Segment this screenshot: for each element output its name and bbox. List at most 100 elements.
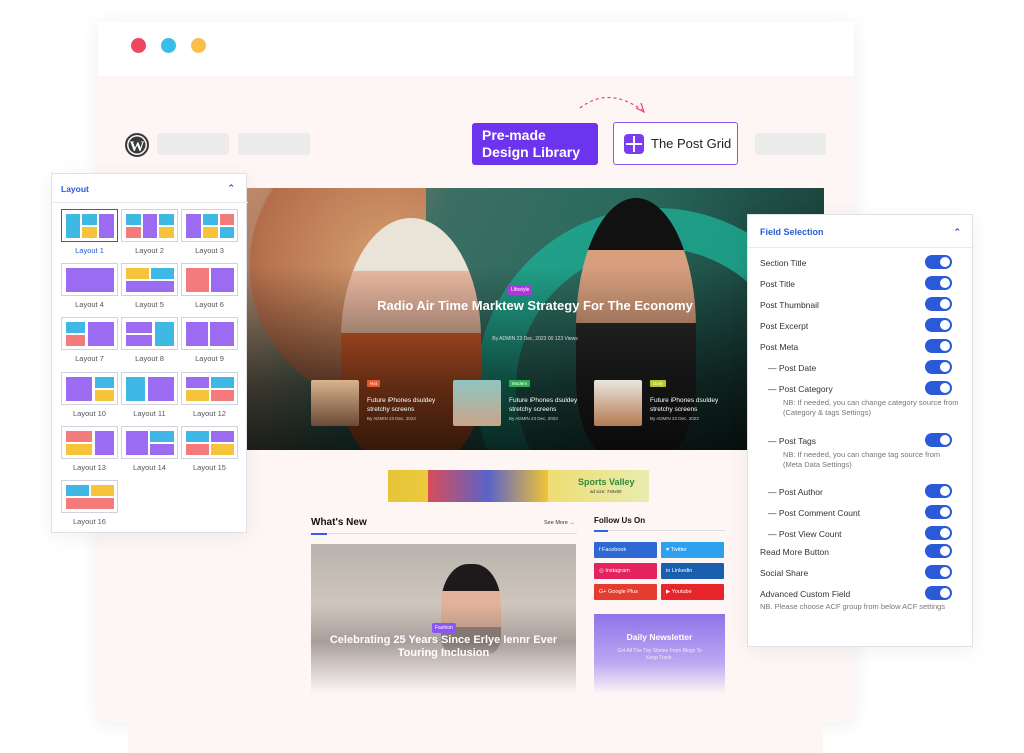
page-bottom [128,722,823,753]
post-comment-count-toggle[interactable] [925,505,952,519]
layout-panel-title: Layout [61,184,89,194]
follow-title: Follow Us On [594,516,646,525]
field-label: Advanced Custom Field [760,589,851,599]
ad-size: ad size: 740x90 [590,489,622,494]
field-label: — Post Comment Count [768,508,861,518]
layout-panel: Layout ⌃ Layout 1 Layout 2 Layout 3 Layout … [51,173,248,533]
section-title-toggle[interactable] [925,255,952,269]
post-title-toggle[interactable] [925,276,952,290]
layout-option[interactable]: Layout 12 [181,372,238,418]
facebook-button[interactable]: f Facebook [594,542,657,558]
ad-title: Sports Valley [578,477,635,487]
placeholder-bar [238,133,310,155]
ad-banner[interactable]: Sports Valley ad size: 740x90 [388,470,649,502]
mini-post[interactable]: Hot Future iPhones dsuldey stretchy scre… [311,380,451,426]
layout-thumbnail [61,263,118,296]
maximize-dot[interactable] [191,38,206,53]
field-label: — Post Category [768,384,833,394]
post-author-toggle[interactable] [925,484,952,498]
layout-option[interactable]: Layout 4 [61,263,118,309]
post-grid-button[interactable]: The Post Grid [613,122,738,165]
layout-label: Layout 10 [73,409,106,418]
layout-option[interactable]: Layout 3 [181,209,238,255]
field-label: Post Title [760,279,795,289]
post-date-toggle[interactable] [925,360,952,374]
field-label: Post Excerpt [760,321,809,331]
layout-option[interactable]: Layout 7 [61,317,118,363]
hero-title[interactable]: Radio Air Time Marktew Strategy For The … [246,298,824,314]
layout-panel-header[interactable]: Layout ⌃ [52,174,248,203]
newsletter-subtitle: Get All The Top Stories From Blogs To Ke… [617,648,702,661]
twitter-button[interactable]: ♥ Twitter [661,542,724,558]
layout-thumbnail [61,426,118,459]
featured-post[interactable]: Fashion Celebrating 25 Years Since Erlye… [311,544,576,694]
post-thumbnail-toggle[interactable] [925,297,952,311]
layout-label: Layout 9 [195,354,224,363]
mini-thumbnail [453,380,501,426]
mini-thumbnail [311,380,359,426]
layout-option[interactable]: Layout 1 [61,209,118,255]
field-label: Social Share [760,568,809,578]
layout-option[interactable]: Layout 8 [121,317,178,363]
social-share-toggle[interactable] [925,565,952,579]
layout-option[interactable]: Layout 10 [61,372,118,418]
minimize-dot[interactable] [161,38,176,53]
layout-thumbnail [181,263,238,296]
see-more-link[interactable]: See More → [544,520,575,526]
google-plus-button[interactable]: G+ Google Plus [594,584,657,600]
acf-note: NB. Please choose ACF group from below A… [760,602,946,611]
post-grid-label: The Post Grid [651,136,732,151]
newsletter-box[interactable]: Daily Newsletter Get All The Top Stories… [594,614,725,694]
layout-option[interactable]: Layout 13 [61,426,118,472]
close-dot[interactable] [131,38,146,53]
layout-label: Layout 3 [195,246,224,255]
premade-library-button[interactable]: Pre-made Design Library [472,123,598,165]
category-badge[interactable]: Fashion [432,623,456,633]
field-selection-panel: Field Selection ⌃ Section Title Post Tit… [747,214,974,647]
read-more-toggle[interactable] [925,544,952,558]
layout-option[interactable]: Layout 11 [121,372,178,418]
field-label: Read More Button [760,547,829,557]
post-grid-logo-icon [624,133,644,154]
layout-option[interactable]: Layout 15 [181,426,238,472]
post-tags-toggle[interactable] [925,433,952,447]
layout-label: Layout 6 [195,300,224,309]
layout-label: Layout 14 [133,463,166,472]
mini-title: Future iPhones dsuldey stretchy screens [509,397,578,413]
linkedin-button[interactable]: in Linkedin [661,563,724,579]
layout-label: Layout 13 [73,463,106,472]
field-label: Post Thumbnail [760,300,819,310]
layout-option[interactable]: Layout 9 [181,317,238,363]
instagram-button[interactable]: ◎ Instagram [594,563,657,579]
field-label: — Post Author [768,487,823,497]
post-view-count-toggle[interactable] [925,526,952,540]
layout-label: Layout 7 [75,354,104,363]
hero-section[interactable]: Lifestyle Radio Air Time Marktew Strateg… [246,188,824,450]
post-excerpt-toggle[interactable] [925,318,952,332]
mini-meta: By ADMIN 23 Dec, 2023 [650,416,699,421]
youtube-button[interactable]: ▶ Youtube [661,584,724,600]
mini-meta: By ADMIN 23 Dec, 2023 [509,416,558,421]
whats-new-title: What's New [311,517,367,528]
layout-option[interactable]: Layout 6 [181,263,238,309]
category-badge[interactable]: Lifestyle [508,285,533,295]
mini-post[interactable]: Modern Future iPhones dsuldey stretchy s… [453,380,593,426]
layout-option[interactable]: Layout 5 [121,263,178,309]
mini-post[interactable]: Daily Future iPhones dsuldey stretchy sc… [594,380,734,426]
featured-title[interactable]: Celebrating 25 Years Since Erlye Iennr E… [311,634,576,660]
layout-option[interactable]: Layout 14 [121,426,178,472]
post-meta-toggle[interactable] [925,339,952,353]
layout-thumbnail [121,209,178,242]
mini-title: Future iPhones dsuldey stretchy screens [650,397,719,413]
layout-label: Layout 16 [73,517,106,526]
field-label: Post Meta [760,342,799,352]
acf-toggle[interactable] [925,586,952,600]
layout-option[interactable]: Layout 16 [61,480,118,526]
field-label: — Post View Count [768,529,842,539]
chevron-up-icon[interactable]: ⌃ [953,227,961,238]
layout-thumbnail [121,263,178,296]
layout-option[interactable]: Layout 2 [121,209,178,255]
chevron-up-icon[interactable]: ⌃ [227,183,235,194]
field-selection-header[interactable]: Field Selection ⌃ [748,215,974,248]
post-category-toggle[interactable] [925,381,952,395]
